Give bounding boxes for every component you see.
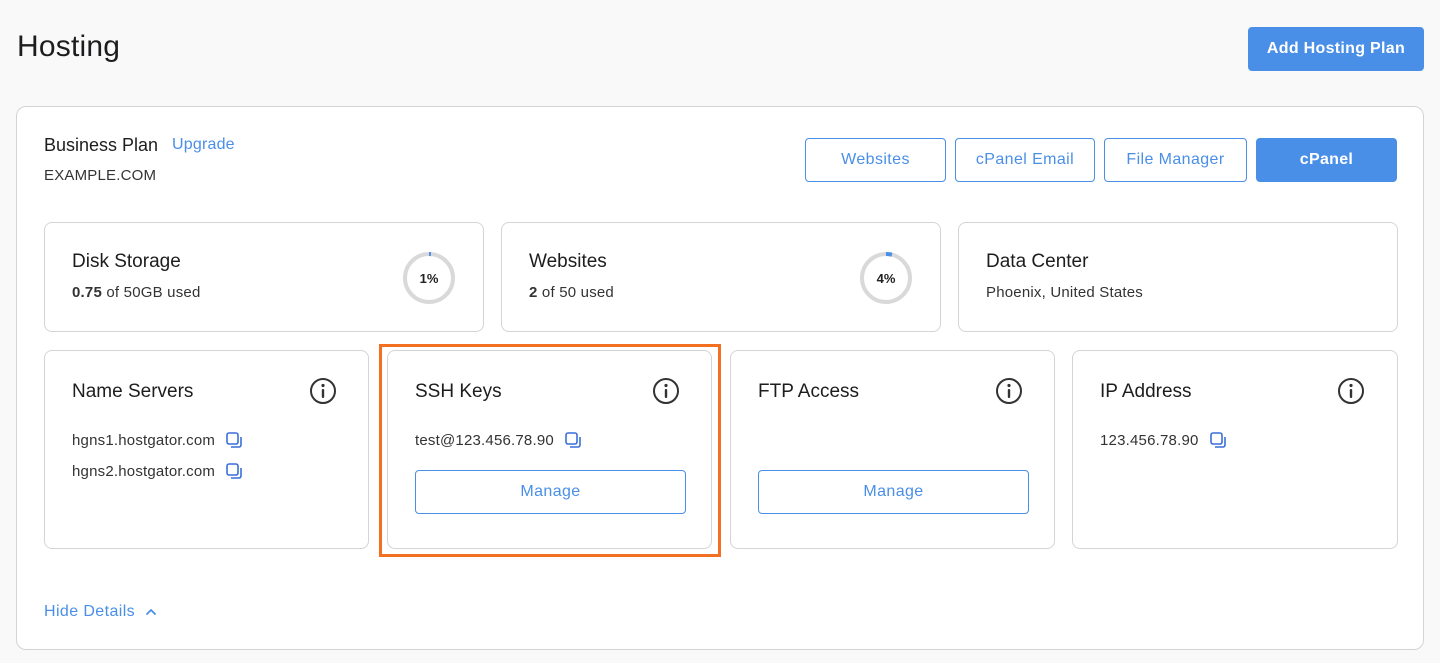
disk-usage-percent: 1% bbox=[419, 270, 439, 286]
disk-storage-usage: 0.75 of 50GB used bbox=[72, 284, 201, 301]
disk-used-value: 0.75 bbox=[72, 284, 102, 301]
name-server-line: hgns2.hostgator.com bbox=[72, 462, 243, 480]
websites-title: Websites bbox=[529, 251, 607, 272]
copy-icon[interactable] bbox=[1209, 431, 1227, 449]
name-servers-title: Name Servers bbox=[72, 381, 194, 402]
hosting-plan-panel: Business Plan Upgrade EXAMPLE.COM Websit… bbox=[16, 106, 1424, 650]
ip-address-value: 123.456.78.90 bbox=[1100, 431, 1199, 449]
info-icon[interactable] bbox=[309, 377, 337, 405]
disk-storage-card: Disk Storage 0.75 of 50GB used 1% bbox=[44, 222, 484, 332]
ssh-keys-highlight bbox=[379, 344, 721, 557]
info-icon[interactable] bbox=[1337, 377, 1365, 405]
upgrade-link[interactable]: Upgrade bbox=[172, 136, 235, 154]
data-center-card: Data Center Phoenix, United States bbox=[958, 222, 1398, 332]
hide-details-toggle[interactable]: Hide Details bbox=[44, 603, 157, 621]
ftp-access-card: FTP Access Manage bbox=[730, 350, 1055, 549]
hide-details-label: Hide Details bbox=[44, 603, 136, 620]
name-server-line: hgns1.hostgator.com bbox=[72, 431, 243, 449]
copy-icon[interactable] bbox=[225, 462, 243, 480]
name-servers-card: Name Servers hgns1.hostgator.com hgns2.h… bbox=[44, 350, 369, 549]
add-hosting-plan-button[interactable]: Add Hosting Plan bbox=[1248, 27, 1424, 71]
ftp-access-title: FTP Access bbox=[758, 381, 860, 402]
data-center-location: Phoenix, United States bbox=[986, 284, 1143, 301]
cpanel-email-button[interactable]: cPanel Email bbox=[955, 138, 1095, 182]
name-server-2: hgns2.hostgator.com bbox=[72, 462, 216, 480]
data-center-title: Data Center bbox=[986, 251, 1089, 272]
websites-button[interactable]: Websites bbox=[805, 138, 946, 182]
file-manager-button[interactable]: File Manager bbox=[1104, 138, 1247, 182]
info-icon[interactable] bbox=[995, 377, 1023, 405]
websites-used-value: 2 bbox=[529, 284, 538, 301]
ip-address-line: 123.456.78.90 bbox=[1100, 431, 1227, 449]
websites-card: Websites 2 of 50 used 4% bbox=[501, 222, 941, 332]
ftp-manage-button[interactable]: Manage bbox=[758, 470, 1029, 514]
disk-usage-gauge: 1% bbox=[401, 250, 457, 306]
websites-usage-gauge: 4% bbox=[858, 250, 914, 306]
disk-storage-title: Disk Storage bbox=[72, 251, 181, 272]
page-title: Hosting bbox=[17, 30, 121, 63]
chevron-up-icon bbox=[146, 609, 156, 615]
ip-address-card: IP Address 123.456.78.90 bbox=[1072, 350, 1398, 549]
websites-usage-percent: 4% bbox=[876, 270, 896, 286]
copy-icon[interactable] bbox=[225, 431, 243, 449]
ip-address-title: IP Address bbox=[1100, 381, 1192, 402]
cpanel-button[interactable]: cPanel bbox=[1256, 138, 1397, 182]
websites-used-suffix: of 50 used bbox=[541, 284, 614, 301]
plan-domain: EXAMPLE.COM bbox=[44, 167, 157, 184]
disk-used-suffix: of 50GB used bbox=[106, 284, 201, 301]
websites-usage: 2 of 50 used bbox=[529, 284, 614, 301]
name-server-1: hgns1.hostgator.com bbox=[72, 431, 216, 449]
plan-name: Business Plan bbox=[44, 135, 159, 155]
